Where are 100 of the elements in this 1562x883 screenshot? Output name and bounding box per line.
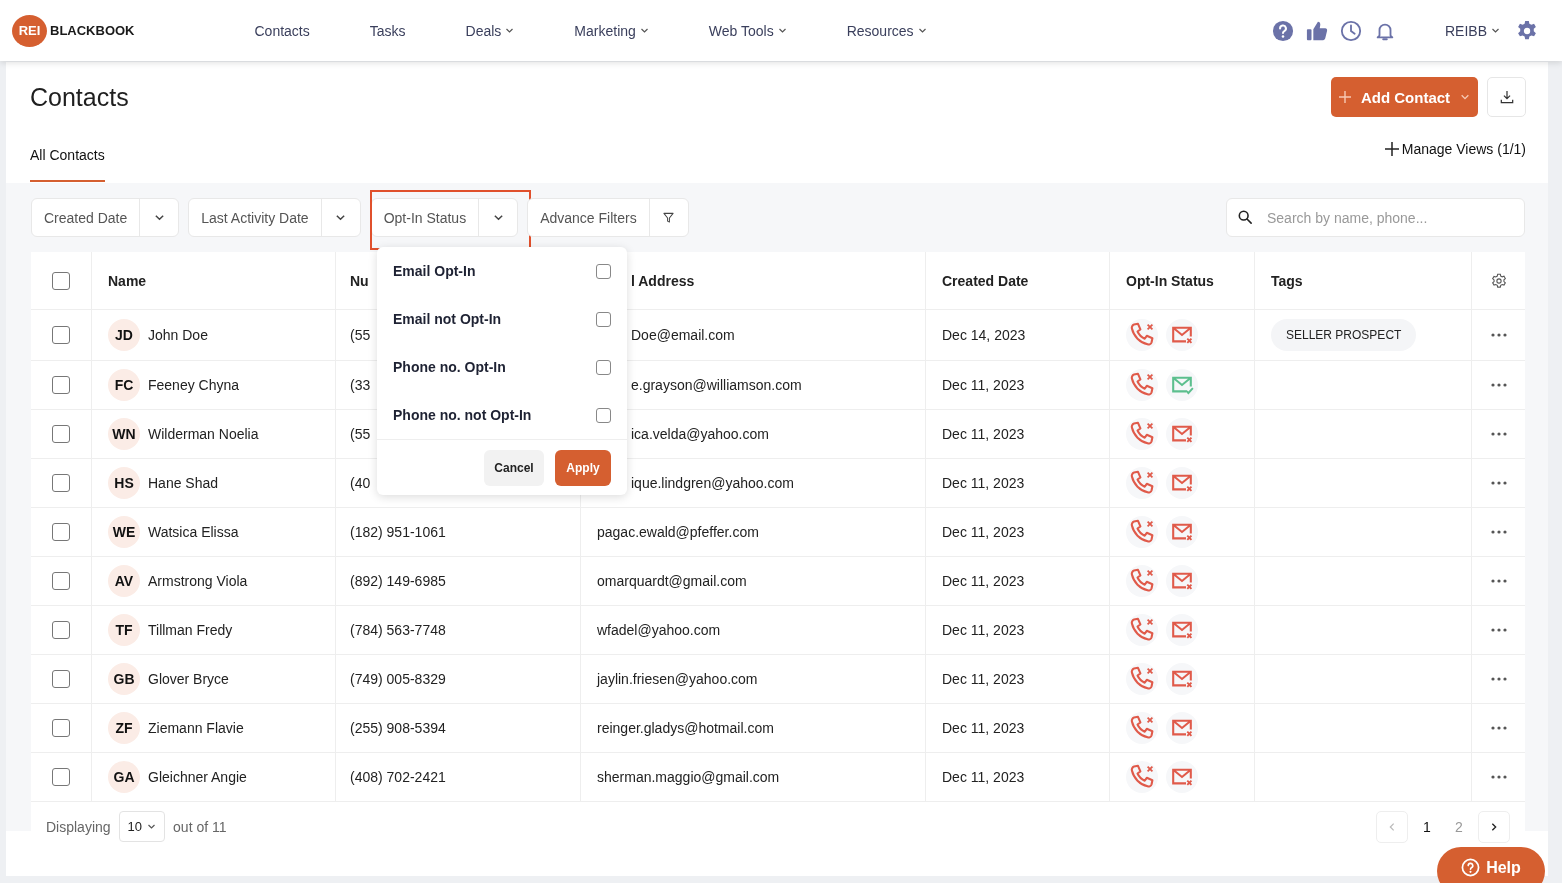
- avatar-initials: ZF: [108, 712, 140, 744]
- chevron-left-icon: [1387, 821, 1397, 832]
- download-icon: [1499, 90, 1514, 104]
- column-header: Name: [92, 252, 336, 309]
- table-cell: Dec 14, 2023: [926, 310, 1110, 360]
- avatar-initials: JD: [108, 319, 140, 351]
- caret-icon: [1491, 26, 1500, 35]
- settings-icon[interactable]: [1516, 19, 1538, 42]
- logo-badge: REI: [12, 14, 47, 47]
- clock-icon[interactable]: [1340, 19, 1362, 42]
- contact-name[interactable]: Gleichner Angie: [148, 769, 247, 785]
- more-icon[interactable]: [1490, 432, 1507, 436]
- nav-link[interactable]: Deals: [465, 22, 515, 39]
- table-cell: Dec 11, 2023: [926, 508, 1110, 556]
- settings-icon[interactable]: [1490, 272, 1507, 289]
- more-icon[interactable]: [1490, 530, 1507, 534]
- more-icon[interactable]: [1490, 481, 1507, 485]
- row-checkbox[interactable]: [52, 523, 70, 541]
- contact-name[interactable]: Watsica Elissa: [148, 524, 239, 540]
- row-checkbox[interactable]: [52, 670, 70, 688]
- more-icon[interactable]: [1490, 383, 1507, 387]
- table-cell: jaylin.friesen@yahoo.com: [581, 655, 926, 703]
- contact-name[interactable]: Ziemann Flavie: [148, 720, 244, 736]
- contact-name[interactable]: Feeney Chyna: [148, 377, 240, 393]
- more-icon[interactable]: [1490, 579, 1507, 583]
- filter-dropdown[interactable]: Advance Filters: [527, 198, 689, 237]
- contact-name[interactable]: John Doe: [148, 327, 208, 343]
- chevron-down-icon: [492, 212, 504, 223]
- table-cell: omarquardt@gmail.com: [581, 557, 926, 605]
- help-icon: [1461, 858, 1481, 877]
- manage-views-link[interactable]: Manage Views (1/1): [1384, 141, 1526, 157]
- row-checkbox[interactable]: [52, 425, 70, 443]
- avatar-initials: WE: [108, 516, 140, 548]
- table-cell: (749) 005-8329: [336, 655, 581, 703]
- contact-name[interactable]: Wilderman Noelia: [148, 426, 259, 442]
- page-size-select[interactable]: 10: [118, 811, 166, 842]
- more-icon[interactable]: [1490, 677, 1507, 681]
- row-checkbox[interactable]: [52, 719, 70, 737]
- apply-button[interactable]: Apply: [555, 450, 611, 486]
- thumbs-up-icon[interactable]: [1306, 19, 1328, 42]
- contact-name[interactable]: Hane Shad: [148, 475, 219, 491]
- table-cell: (784) 563-7748: [336, 606, 581, 654]
- contact-name[interactable]: Armstrong Viola: [148, 573, 248, 589]
- table-cell: Dec 11, 2023: [926, 704, 1110, 752]
- row-checkbox[interactable]: [52, 768, 70, 786]
- filter-dropdown[interactable]: Created Date: [31, 198, 180, 237]
- displaying-label: Displaying: [46, 818, 111, 835]
- option-checkbox[interactable]: [596, 359, 611, 375]
- add-contact-button[interactable]: Add Contact: [1331, 77, 1478, 117]
- contact-name[interactable]: Glover Bryce: [148, 671, 229, 687]
- table-cell: Dec 11, 2023: [926, 361, 1110, 409]
- table-cell: (182) 951-1061: [336, 508, 581, 556]
- more-icon[interactable]: [1490, 775, 1507, 779]
- table-cell: Dec 11, 2023: [926, 557, 1110, 605]
- more-icon[interactable]: [1490, 628, 1507, 632]
- nav-link[interactable]: Contacts: [254, 22, 310, 39]
- avatar-initials: AV: [108, 565, 140, 597]
- table-cell: reinger.gladys@hotmail.com: [581, 704, 926, 752]
- avatar-initials: HS: [108, 467, 140, 499]
- nav-link[interactable]: Marketing: [574, 22, 649, 39]
- avatar-initials: FC: [108, 369, 140, 401]
- table-cell: Dec 11, 2023: [926, 655, 1110, 703]
- option-checkbox[interactable]: [596, 311, 611, 327]
- column-header: Opt-In Status: [1110, 252, 1255, 309]
- option-checkbox[interactable]: [596, 263, 611, 279]
- plus-icon: [1384, 142, 1399, 156]
- more-icon[interactable]: [1490, 333, 1507, 337]
- row-checkbox[interactable]: [52, 376, 70, 394]
- table-cell: sherman.maggio@gmail.com: [581, 753, 926, 801]
- search-field[interactable]: Search by name, phone...: [1226, 198, 1525, 237]
- nav-link[interactable]: Resources: [846, 22, 927, 39]
- chevron-down-icon: [153, 212, 165, 223]
- help-icon[interactable]: [1272, 19, 1294, 42]
- page-number[interactable]: 1: [1414, 818, 1440, 835]
- table-cell: Dec 11, 2023: [926, 459, 1110, 507]
- nav-link[interactable]: Web Tools: [708, 22, 787, 39]
- logo-text: BLACKBOOK: [50, 23, 135, 38]
- row-checkbox[interactable]: [52, 621, 70, 639]
- more-icon[interactable]: [1490, 726, 1507, 730]
- table-cell: Dec 11, 2023: [926, 410, 1110, 458]
- filter-icon: [663, 212, 675, 223]
- page-title: Contacts: [30, 82, 129, 112]
- cancel-button[interactable]: Cancel: [484, 450, 544, 486]
- table-cell: (408) 702-2421: [336, 753, 581, 801]
- option-checkbox[interactable]: [596, 407, 611, 423]
- row-checkbox[interactable]: [52, 474, 70, 492]
- user-menu[interactable]: REIBB: [1445, 22, 1500, 39]
- plus-icon: [1338, 91, 1351, 103]
- row-checkbox[interactable]: [52, 572, 70, 590]
- download-button[interactable]: [1487, 77, 1526, 117]
- select-all-checkbox[interactable]: [52, 271, 70, 290]
- nav-link[interactable]: Tasks: [369, 22, 406, 39]
- table-cell: (255) 908-5394: [336, 704, 581, 752]
- row-checkbox[interactable]: [52, 326, 70, 344]
- table-cell: wfadel@yahoo.com: [581, 606, 926, 654]
- help-button[interactable]: Help: [1437, 847, 1545, 883]
- column-header: Created Date: [926, 252, 1110, 309]
- table-cell: pagac.ewald@pfeffer.com: [581, 508, 926, 556]
- contact-name[interactable]: Tillman Fredy: [148, 622, 233, 638]
- filter-dropdown[interactable]: Last Activity Date: [188, 198, 361, 237]
